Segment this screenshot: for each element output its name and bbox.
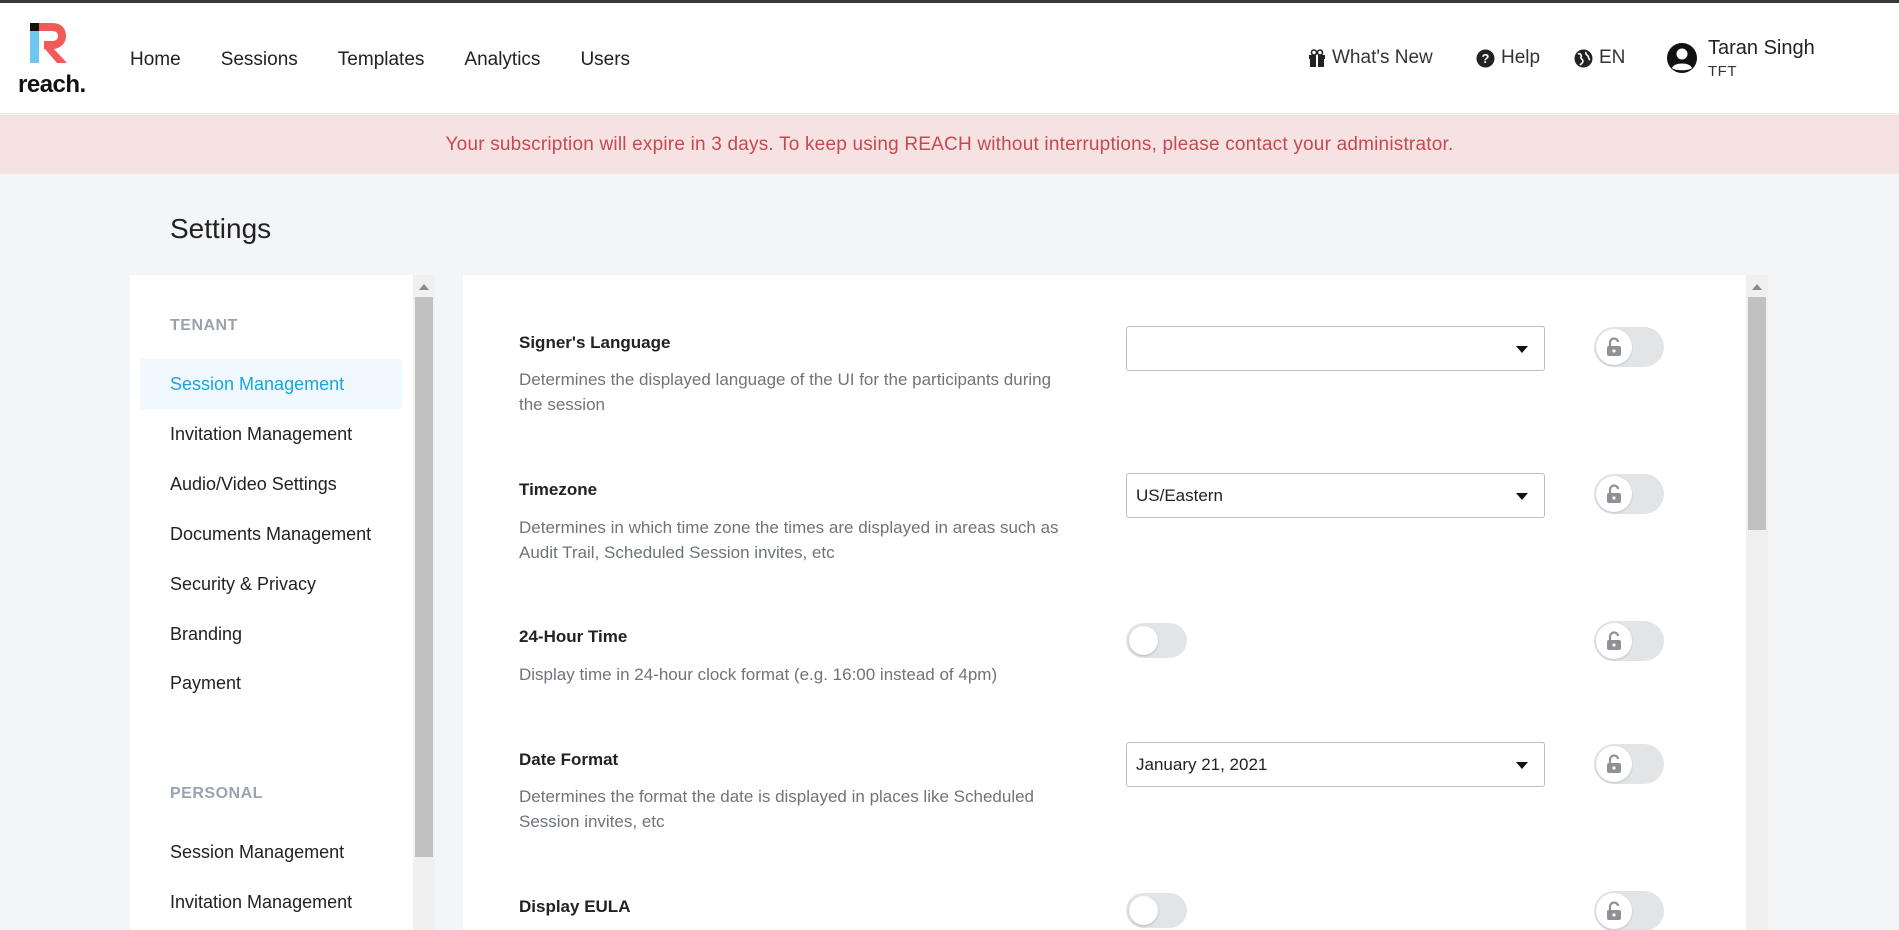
sidebar-item-tenant-invitation-management[interactable]: Invitation Management [140,409,402,459]
timezone-lock-toggle[interactable] [1594,474,1664,514]
signers-language-lock-toggle[interactable] [1594,327,1664,367]
gift-icon [1309,49,1325,67]
timezone-value: US/Eastern [1136,486,1223,505]
sidebar-item-branding[interactable]: Branding [140,609,402,659]
question-circle-icon: ? [1476,49,1495,67]
help-label: Help [1501,47,1541,68]
nav-templates[interactable]: Templates [338,49,425,71]
unlock-icon [1596,476,1632,512]
settings-scroll-up-arrow[interactable] [1752,284,1762,290]
setting-title-signers-language: Signer's Language [519,333,671,352]
reach-logo-mark [30,23,67,63]
setting-desc-24-hour-time: Display time in 24-hour clock format (e.… [519,665,998,684]
toggle-knob [1129,896,1158,925]
sidebar-item-personal-invitation-management[interactable]: Invitation Management [140,877,402,927]
setting-title-date-format: Date Format [519,750,619,769]
help-link[interactable]: ? Help [1476,47,1540,69]
sidebar-scroll-thumb[interactable] [415,297,433,857]
unlock-icon [1596,329,1632,365]
whats-new-label: What's New [1332,47,1433,68]
sidebar-item-documents-management[interactable]: Documents Management [140,509,402,559]
sidebar-item-payment[interactable]: Payment [140,658,402,708]
chevron-down-icon [1516,493,1528,500]
signers-language-select[interactable] [1126,326,1545,371]
24-hour-time-lock-toggle[interactable] [1594,621,1664,661]
settings-panel: Signer's Language Determines the display… [463,275,1746,930]
display-eula-toggle[interactable] [1126,893,1187,928]
globe-icon [1574,49,1593,67]
sidebar-item-tenant-session-management[interactable]: Session Management [140,359,402,409]
setting-title-24-hour-time: 24-Hour Time [519,627,628,646]
sidebar-scroll-up-arrow[interactable] [419,284,429,290]
sidebar-item-security-privacy[interactable]: Security & Privacy [140,559,402,609]
sidebar-item-personal-session-management[interactable]: Session Management [140,827,402,877]
nav-users[interactable]: Users [580,49,630,71]
user-org: TFT [1708,63,1737,80]
settings-scroll-thumb[interactable] [1748,297,1766,530]
sidebar-item-audio-video-settings[interactable]: Audio/Video Settings [140,459,402,509]
svg-text:?: ? [1482,51,1490,66]
date-format-select[interactable]: January 21, 2021 [1126,742,1545,787]
unlock-icon [1596,746,1632,782]
nav-home[interactable]: Home [130,49,181,71]
unlock-icon [1596,893,1632,929]
unlock-icon [1596,623,1632,659]
date-format-value: January 21, 2021 [1136,755,1268,774]
chevron-down-icon [1516,762,1528,769]
tenant-heading: TENANT [170,317,238,334]
subscription-banner: Your subscription will expire in 3 days.… [0,115,1899,174]
setting-title-timezone: Timezone [519,480,598,499]
app-header: reach. Home Sessions Templates Analytics… [0,3,1899,114]
page-title: Settings [170,213,272,244]
reach-logo[interactable]: reach. [18,23,88,99]
language-selector[interactable]: EN [1574,47,1625,69]
setting-title-display-eula: Display EULA [519,897,631,916]
setting-desc-timezone: Determines in which time zone the times … [519,518,1059,562]
display-eula-lock-toggle[interactable] [1594,891,1664,930]
timezone-select[interactable]: US/Eastern [1126,473,1545,518]
settings-scrollbar[interactable] [1746,275,1768,930]
date-format-lock-toggle[interactable] [1594,744,1664,784]
nav-analytics[interactable]: Analytics [464,49,540,71]
setting-desc-date-format: Determines the format the date is displa… [519,787,1035,831]
personal-heading: PERSONAL [170,785,263,802]
nav-sessions[interactable]: Sessions [221,49,298,71]
main-nav: Home Sessions Templates Analytics Users [130,49,670,71]
user-name: Taran Singh [1708,37,1815,59]
user-circle-icon [1667,43,1697,73]
settings-sidebar: TENANT Session Management Invitation Man… [130,275,413,930]
toggle-knob [1129,626,1158,655]
chevron-down-icon [1516,346,1528,353]
language-label: EN [1599,47,1626,68]
setting-desc-signers-language: Determines the displayed language of the… [519,370,1052,414]
whats-new-link[interactable]: What's New [1308,47,1433,69]
24-hour-time-toggle[interactable] [1126,623,1187,658]
user-menu[interactable]: Taran Singh TFT [1666,37,1815,80]
reach-logo-text: reach. [18,71,86,98]
sidebar-scrollbar[interactable] [413,275,435,930]
